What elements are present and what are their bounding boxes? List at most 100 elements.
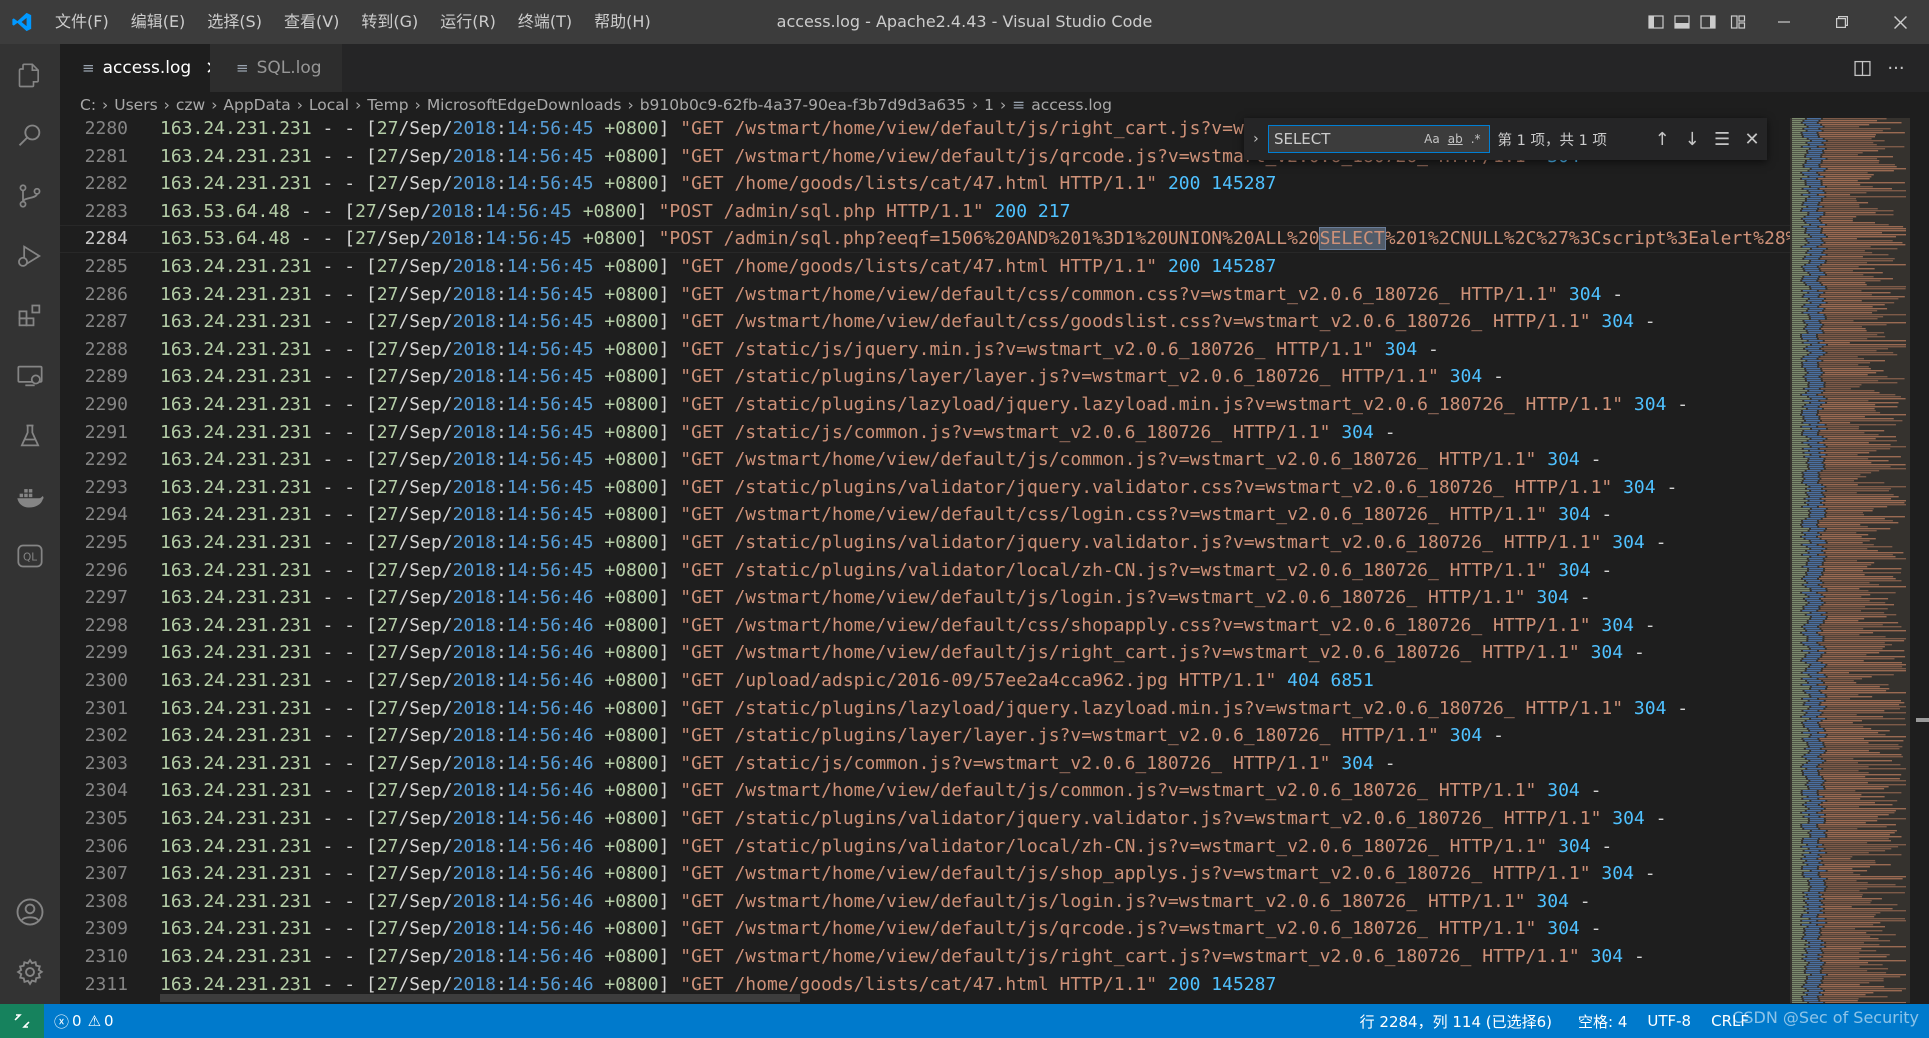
- menu-edit[interactable]: 编辑(E): [120, 0, 197, 44]
- restore-icon[interactable]: [1813, 0, 1871, 44]
- run-debug-icon[interactable]: [0, 228, 60, 284]
- settings-gear-icon[interactable]: [0, 944, 60, 1000]
- encoding[interactable]: UTF-8: [1637, 1012, 1701, 1030]
- remote-indicator-icon[interactable]: [0, 1004, 44, 1038]
- log-separator: - -: [311, 890, 366, 912]
- account-icon[interactable]: [0, 884, 60, 940]
- bracket: ]: [658, 752, 681, 774]
- split-editor-icon[interactable]: [1845, 44, 1879, 92]
- horizontal-scrollbar[interactable]: [160, 994, 800, 1002]
- use-regex-icon[interactable]: .*: [1471, 132, 1481, 146]
- code-line[interactable]: 2282 163.24.231.231 - - [27/Sep/2018:14:5…: [60, 170, 1852, 198]
- menu-file[interactable]: 文件(F): [44, 0, 120, 44]
- code-line[interactable]: 2288 163.24.231.231 - - [27/Sep/2018:14:5…: [60, 336, 1852, 364]
- breadcrumb-item[interactable]: b910b0c9-62fb-4a37-90ea-f3b7d9d3a635: [640, 96, 966, 114]
- code-line[interactable]: 2295 163.24.231.231 - - [27/Sep/2018:14:5…: [60, 529, 1852, 557]
- remote-explorer-icon[interactable]: [0, 348, 60, 404]
- tab-sql-log[interactable]: ≡ SQL.log: [210, 44, 342, 92]
- breadcrumb-item[interactable]: Users: [114, 96, 157, 114]
- problems-status[interactable]: ⓧ 0 ⚠ 0: [44, 1011, 124, 1032]
- code-line[interactable]: 2296 163.24.231.231 - - [27/Sep/2018:14:5…: [60, 557, 1852, 585]
- find-input[interactable]: SELECT Aa ab .*: [1267, 125, 1490, 153]
- extensions-icon[interactable]: [0, 288, 60, 344]
- code-line[interactable]: 2283 163.53.64.48 - - [27/Sep/2018:14:56:…: [60, 198, 1852, 226]
- log-time: 14:56:46: [506, 808, 594, 829]
- request-line: "GET /static/plugins/lazyload/jquery.laz…: [680, 394, 1624, 415]
- log-time: 14:56:45: [506, 173, 594, 195]
- bracket: ]: [658, 780, 681, 802]
- toggle-panel-icon[interactable]: [1669, 0, 1695, 44]
- source-control-icon[interactable]: [0, 168, 60, 224]
- code-line[interactable]: 2303 163.24.231.231 - - [27/Sep/2018:14:5…: [60, 750, 1852, 778]
- find-in-selection-icon[interactable]: ☰: [1707, 118, 1737, 160]
- breadcrumb-item[interactable]: access.log: [1031, 96, 1112, 114]
- breadcrumb-item[interactable]: AppData: [223, 96, 290, 114]
- match-case-icon[interactable]: Aa: [1424, 132, 1440, 146]
- code-line[interactable]: 2292 163.24.231.231 - - [27/Sep/2018:14:5…: [60, 446, 1852, 474]
- menu-terminal[interactable]: 终端(T): [507, 0, 583, 44]
- log-timezone: +0800: [604, 890, 659, 912]
- code-line[interactable]: 2300 163.24.231.231 - - [27/Sep/2018:14:5…: [60, 667, 1852, 695]
- toggle-replace-icon[interactable]: ›: [1244, 118, 1268, 160]
- code-line[interactable]: 2287 163.24.231.231 - - [27/Sep/2018:14:5…: [60, 308, 1852, 336]
- docker-icon[interactable]: [0, 468, 60, 524]
- match-whole-word-icon[interactable]: ab: [1448, 132, 1463, 146]
- code-line[interactable]: 2304 163.24.231.231 - - [27/Sep/2018:14:5…: [60, 777, 1852, 805]
- menu-view[interactable]: 查看(V): [273, 0, 350, 44]
- indentation[interactable]: 空格: 4: [1568, 1011, 1637, 1032]
- toggle-primary-sidebar-icon[interactable]: [1643, 0, 1669, 44]
- breadcrumb-item[interactable]: czw: [176, 96, 205, 114]
- menu-run[interactable]: 运行(R): [429, 0, 507, 44]
- close-window-icon[interactable]: [1871, 0, 1929, 44]
- menu-selection[interactable]: 选择(S): [196, 0, 273, 44]
- code-line[interactable]: 2306 163.24.231.231 - - [27/Sep/2018:14:5…: [60, 833, 1852, 861]
- breadcrumb-item[interactable]: MicrosoftEdgeDownloads: [427, 96, 622, 114]
- breadcrumb-item[interactable]: C:: [80, 96, 96, 114]
- code-line[interactable]: 2289 163.24.231.231 - - [27/Sep/2018:14:5…: [60, 363, 1852, 391]
- log-time: 14:56:45: [506, 256, 594, 277]
- code-line[interactable]: 2284 163.53.64.48 - - [27/Sep/2018:14:56:…: [60, 225, 1852, 253]
- code-line[interactable]: 2302 163.24.231.231 - - [27/Sep/2018:14:5…: [60, 722, 1852, 750]
- menu-go[interactable]: 转到(G): [350, 0, 429, 44]
- customize-layout-icon[interactable]: [1721, 0, 1755, 44]
- minimap[interactable]: [1790, 118, 1910, 1003]
- close-find-icon[interactable]: ✕: [1737, 118, 1767, 160]
- search-icon[interactable]: [0, 108, 60, 164]
- code-line[interactable]: 2299 163.24.231.231 - - [27/Sep/2018:14:5…: [60, 639, 1852, 667]
- code-line[interactable]: 2294 163.24.231.231 - - [27/Sep/2018:14:5…: [60, 501, 1852, 529]
- vertical-scrollbar[interactable]: [1910, 118, 1929, 1003]
- code-line[interactable]: 2286 163.24.231.231 - - [27/Sep/2018:14:5…: [60, 281, 1852, 309]
- breadcrumb-item[interactable]: Local: [309, 96, 349, 114]
- breadcrumb-item[interactable]: 1: [984, 96, 994, 114]
- code-line[interactable]: 2290 163.24.231.231 - - [27/Sep/2018:14:5…: [60, 391, 1852, 419]
- log-time: 14:56:46: [506, 587, 594, 609]
- testing-icon[interactable]: [0, 408, 60, 464]
- code-line[interactable]: 2293 163.24.231.231 - - [27/Sep/2018:14:5…: [60, 474, 1852, 502]
- code-line[interactable]: 2291 163.24.231.231 - - [27/Sep/2018:14:5…: [60, 419, 1852, 447]
- menu-help[interactable]: 帮助(H): [583, 0, 662, 44]
- code-line[interactable]: 2298 163.24.231.231 - - [27/Sep/2018:14:5…: [60, 612, 1852, 640]
- code-line[interactable]: 2309 163.24.231.231 - - [27/Sep/2018:14:5…: [60, 915, 1852, 943]
- find-input-value[interactable]: SELECT: [1269, 130, 1424, 148]
- code-line[interactable]: 2310 163.24.231.231 - - [27/Sep/2018:14:5…: [60, 943, 1852, 971]
- tab-access-log[interactable]: ≡ access.log ✕: [60, 44, 220, 92]
- explorer-icon[interactable]: [0, 48, 60, 104]
- log-entry: 163.24.231.231 - - [27/Sep/2018:14:56:45…: [160, 557, 1612, 585]
- previous-match-icon[interactable]: ↑: [1647, 118, 1677, 160]
- sql-icon[interactable]: QL: [0, 528, 60, 584]
- minimize-icon[interactable]: [1755, 0, 1813, 44]
- code-line[interactable]: 2285 163.24.231.231 - - [27/Sep/2018:14:5…: [60, 253, 1852, 281]
- next-match-icon[interactable]: ↓: [1677, 118, 1707, 160]
- breadcrumb-item[interactable]: Temp: [367, 96, 408, 114]
- code-line[interactable]: 2308 163.24.231.231 - - [27/Sep/2018:14:5…: [60, 888, 1852, 916]
- code-line[interactable]: 2297 163.24.231.231 - - [27/Sep/2018:14:5…: [60, 584, 1852, 612]
- code-editor[interactable]: 2280 163.24.231.231 - - [27/Sep/2018:14:5…: [60, 118, 1852, 1003]
- code-line[interactable]: 2307 163.24.231.231 - - [27/Sep/2018:14:5…: [60, 860, 1852, 888]
- code-line[interactable]: 2305 163.24.231.231 - - [27/Sep/2018:14:5…: [60, 805, 1852, 833]
- more-actions-icon[interactable]: ···: [1879, 44, 1913, 92]
- status-code: 304: [1633, 697, 1667, 719]
- toggle-secondary-sidebar-icon[interactable]: [1695, 0, 1721, 44]
- cursor-position[interactable]: 行 2284，列 114 (已选择6): [1350, 1011, 1562, 1032]
- code-line[interactable]: 2301 163.24.231.231 - - [27/Sep/2018:14:5…: [60, 695, 1852, 723]
